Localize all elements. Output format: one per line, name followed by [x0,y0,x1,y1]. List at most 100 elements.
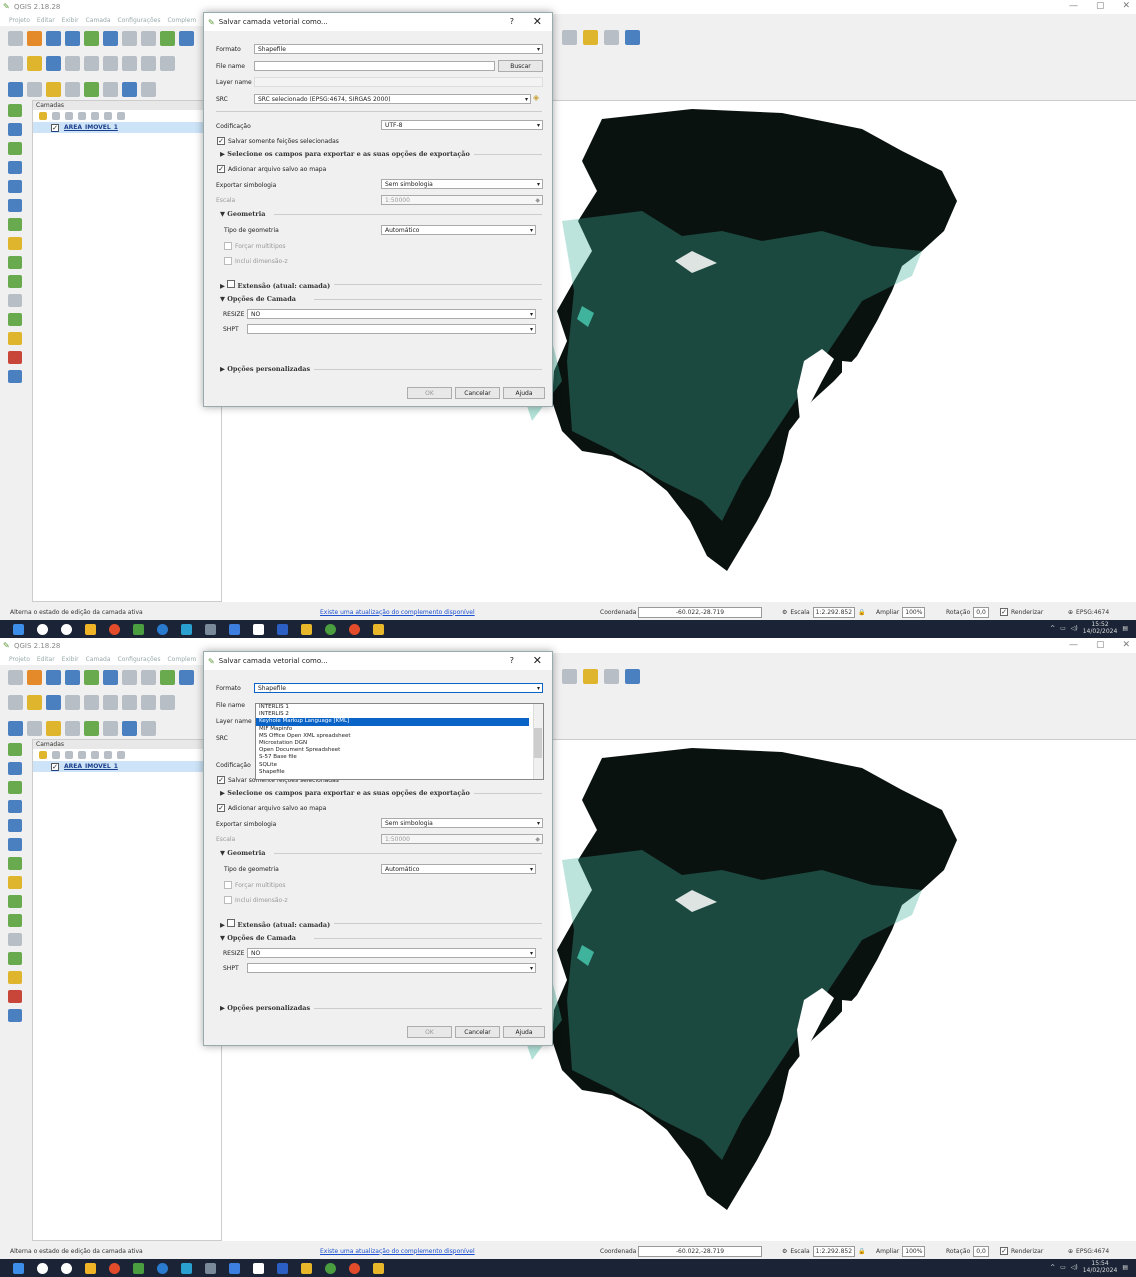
add-wcs-icon[interactable] [8,876,22,889]
add-feature-icon[interactable] [65,694,80,710]
expand-all-icon[interactable] [91,112,99,120]
dropdown-scrollbar[interactable] [533,704,543,779]
add-feature-icon[interactable] [65,55,80,71]
save-edits-icon[interactable] [46,55,61,71]
select-crs-icon[interactable]: ◈ [533,93,539,102]
symbology-combo[interactable]: Sem simbologia ▾ [381,818,543,828]
select-fields-section[interactable]: ▶ Selecione os campos para exportar e as… [220,789,474,797]
format-combo[interactable]: Shapefile ▾ [254,683,543,693]
deselect-icon[interactable] [65,720,80,736]
open-project-icon[interactable] [27,30,42,46]
open-project-icon[interactable] [27,669,42,685]
qgis-taskbar-icon[interactable] [133,1262,144,1274]
notifications-icon[interactable]: ▤ [1122,625,1128,632]
coordinate-field[interactable]: -60.022,-28.719 [638,1245,762,1257]
minimize-icon[interactable]: — [1069,1,1078,11]
help-contents-icon[interactable] [625,30,640,45]
dialog-help-icon[interactable]: ? [510,656,514,665]
plugin-update-link[interactable]: Existe uma atualização do complemento di… [320,609,475,616]
app-icon-4[interactable] [229,1262,240,1274]
move-feature-icon[interactable] [84,55,99,71]
filename-input[interactable] [254,61,495,71]
add-wms-icon[interactable] [8,838,22,851]
format-option[interactable]: MS Office Open XML spreadsheet [259,733,543,740]
add-wms-icon[interactable] [8,199,22,212]
symbology-combo[interactable]: Sem simbologia ▾ [381,179,543,189]
force-multi-checkbox[interactable] [224,242,232,250]
force-multi-row[interactable]: Forçar multitipos [224,242,286,250]
map-tips-icon[interactable] [122,720,137,736]
delete-selected-icon[interactable] [122,694,137,710]
save-as-icon[interactable] [65,30,80,46]
extent-section[interactable]: ▶ Extensão (atual: camada) [220,919,335,929]
render-checkbox[interactable]: ✓ [1000,1247,1008,1255]
close-icon[interactable]: ✕ [1122,1,1130,11]
minimize-icon[interactable]: — [1069,640,1078,650]
force-multi-row[interactable]: Forçar multitipos [224,881,286,889]
menu-editar[interactable]: Editar [37,17,55,24]
windows-start-icon[interactable] [13,623,24,635]
encoding-combo[interactable]: UTF-8 ▾ [381,120,543,130]
new-shapefile-icon[interactable] [8,275,22,288]
pan-hand-icon[interactable] [141,30,156,46]
add-vector-layer-icon[interactable] [8,104,22,117]
layer-item[interactable]: ✓ AREA_IMOVEL_1 [33,122,221,133]
add-oracle-icon[interactable] [8,895,22,908]
chrome-icon-2[interactable] [349,623,360,635]
select-features-icon[interactable] [27,720,42,736]
plugin-update-link[interactable]: Existe uma atualização do complemento di… [320,1248,475,1255]
add-spatialite-icon[interactable] [8,180,22,193]
filter-icon[interactable] [78,751,86,759]
visibility-icon[interactable] [65,751,73,759]
select-by-value-icon[interactable] [46,81,61,97]
zoom-field[interactable]: 100% [902,1245,926,1257]
qgis-icon-1[interactable] [301,1262,312,1274]
include-z-row[interactable]: Inclui dimensão-z [224,896,288,904]
add-raster-layer-icon[interactable] [8,123,22,136]
file-explorer-icon[interactable] [85,1262,96,1274]
pan-map-icon[interactable] [122,30,137,46]
menu-projeto[interactable]: Projeto [9,17,30,24]
format-option-highlighted[interactable]: Keyhole Markup Language [KML] [256,718,529,726]
new-temporary-layer-icon[interactable] [8,313,22,326]
help-button[interactable]: Ajuda [503,1026,545,1038]
browse-button[interactable]: Buscar [498,60,543,72]
map-tips-icon[interactable] [122,81,137,97]
menu-configuracoes[interactable]: Configurações [118,656,161,663]
menu-configuracoes[interactable]: Configurações [118,17,161,24]
scrollbar-thumb[interactable] [534,728,542,758]
print-composer-icon[interactable] [84,669,99,685]
collapse-all-icon[interactable] [104,112,112,120]
toggle-editing-icon[interactable] [27,55,42,71]
cancel-button[interactable]: Cancelar [455,387,500,399]
layer-visibility-checkbox[interactable]: ✓ [51,762,59,771]
add-postgis-icon[interactable] [8,161,22,174]
save-as-icon[interactable] [65,669,80,685]
expand-all-icon[interactable] [91,751,99,759]
open-field-calculator-icon[interactable] [84,720,99,736]
toggle-editing-icon[interactable] [27,694,42,710]
qgis-icon-3[interactable] [373,623,384,635]
word-icon[interactable] [277,1262,288,1274]
qgis-icon-2[interactable] [325,1262,336,1274]
coordinate-field[interactable]: -60.022,-28.719 [638,606,762,618]
open-field-calculator-icon[interactable] [84,81,99,97]
format-option[interactable]: INTERLIS 1 [259,704,543,711]
georeferencer-icon[interactable] [8,990,22,1003]
dialog-help-icon[interactable]: ? [510,17,514,26]
identify-icon[interactable] [8,81,23,97]
app-icon[interactable] [157,623,168,635]
custom-options-section[interactable]: ▶ Opções personalizadas [220,365,315,373]
identify-icon[interactable] [8,720,23,736]
rotation-field[interactable]: 0,0 [973,1245,989,1257]
dialog-close-icon[interactable]: ✕ [533,654,542,667]
lock-icon[interactable]: 🔒 [858,1248,865,1255]
tray-arrow-icon[interactable]: ^ [1050,1264,1055,1271]
tray-arrow-icon[interactable]: ^ [1050,625,1055,632]
new-project-icon[interactable] [8,669,23,685]
save-selected-row[interactable]: ✓ Salvar somente feições selecionadas [217,137,339,145]
format-option[interactable]: MIF Mapinfo [259,726,543,733]
format-option[interactable]: Microstation DGN [259,740,543,747]
volume-icon[interactable]: ◁) [1071,1264,1078,1271]
menu-exibir[interactable]: Exibir [62,17,79,24]
